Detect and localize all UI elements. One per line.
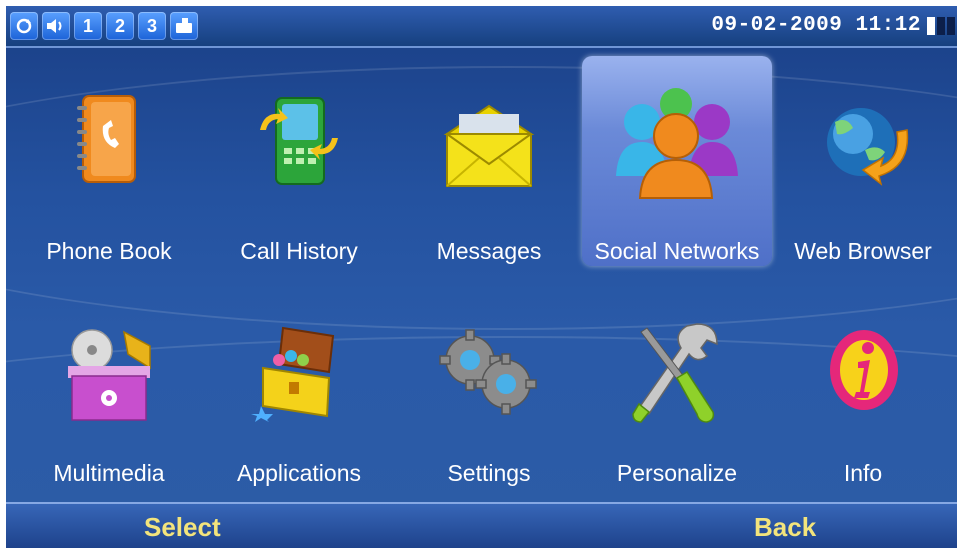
profile-3-indicator[interactable]: 3 (138, 12, 166, 40)
treasure-chest-icon (251, 326, 335, 422)
gears-icon (439, 329, 537, 415)
menu-item-label: Personalize (616, 460, 738, 486)
menu-item-label: Multimedia (53, 460, 165, 486)
back-softkey[interactable]: Back (754, 512, 816, 543)
profile-2-indicator[interactable]: 2 (106, 12, 134, 40)
sync-icon[interactable] (10, 12, 38, 40)
speaker-icon[interactable] (42, 12, 70, 40)
menu-item-label: Web Browser (794, 238, 932, 264)
status-bar: 1 2 3 09-02-2009 11:12 (6, 6, 957, 48)
home-screen: 1 2 3 09-02-2009 11:12 Phone Book Call H… (6, 6, 957, 548)
date-time: 09-02-2009 11:12 (711, 14, 921, 37)
envelope-icon (443, 104, 535, 187)
menu-item-call-history[interactable]: Call History (204, 60, 394, 270)
menu-item-applications[interactable]: Applications (204, 286, 394, 496)
menu-item-label: Social Networks (594, 238, 760, 264)
globe-icon (827, 108, 909, 186)
menu-item-phone-book[interactable]: Phone Book (14, 60, 204, 270)
menu-item-label: Call History (240, 238, 358, 264)
tools-icon (632, 323, 718, 423)
phone-book-icon (77, 95, 136, 183)
menu-item-info[interactable]: Info (768, 286, 957, 496)
menu-item-web-browser[interactable]: Web Browser (768, 60, 957, 270)
people-icon (616, 88, 738, 199)
menu-item-multimedia[interactable]: Multimedia (14, 286, 204, 496)
menu-item-label: Info (843, 460, 883, 486)
menu-item-settings[interactable]: Settings (394, 286, 584, 496)
device-frame: 1 2 3 09-02-2009 11:12 Phone Book Call H… (0, 0, 957, 548)
menu-item-social-networks[interactable]: Social Networks (582, 56, 772, 266)
menu-grid: Phone Book Call History Messages Social … (6, 54, 957, 496)
select-softkey[interactable]: Select (144, 512, 221, 543)
profile-1-indicator[interactable]: 1 (74, 12, 102, 40)
multimedia-icon (68, 329, 151, 421)
softkey-bar: Select Back (6, 502, 957, 548)
menu-item-label: Messages (436, 238, 542, 264)
menu-item-personalize[interactable]: Personalize (582, 286, 772, 496)
menu-item-label: Applications (236, 460, 362, 486)
menu-item-label: Phone Book (46, 238, 172, 264)
menu-item-label: Settings (447, 460, 531, 486)
call-history-icon (260, 97, 338, 185)
keyboard-icon[interactable] (170, 12, 198, 40)
battery-icon (927, 17, 955, 35)
status-icons: 1 2 3 (10, 12, 198, 40)
info-icon (830, 330, 898, 410)
menu-item-messages[interactable]: Messages (394, 60, 584, 270)
